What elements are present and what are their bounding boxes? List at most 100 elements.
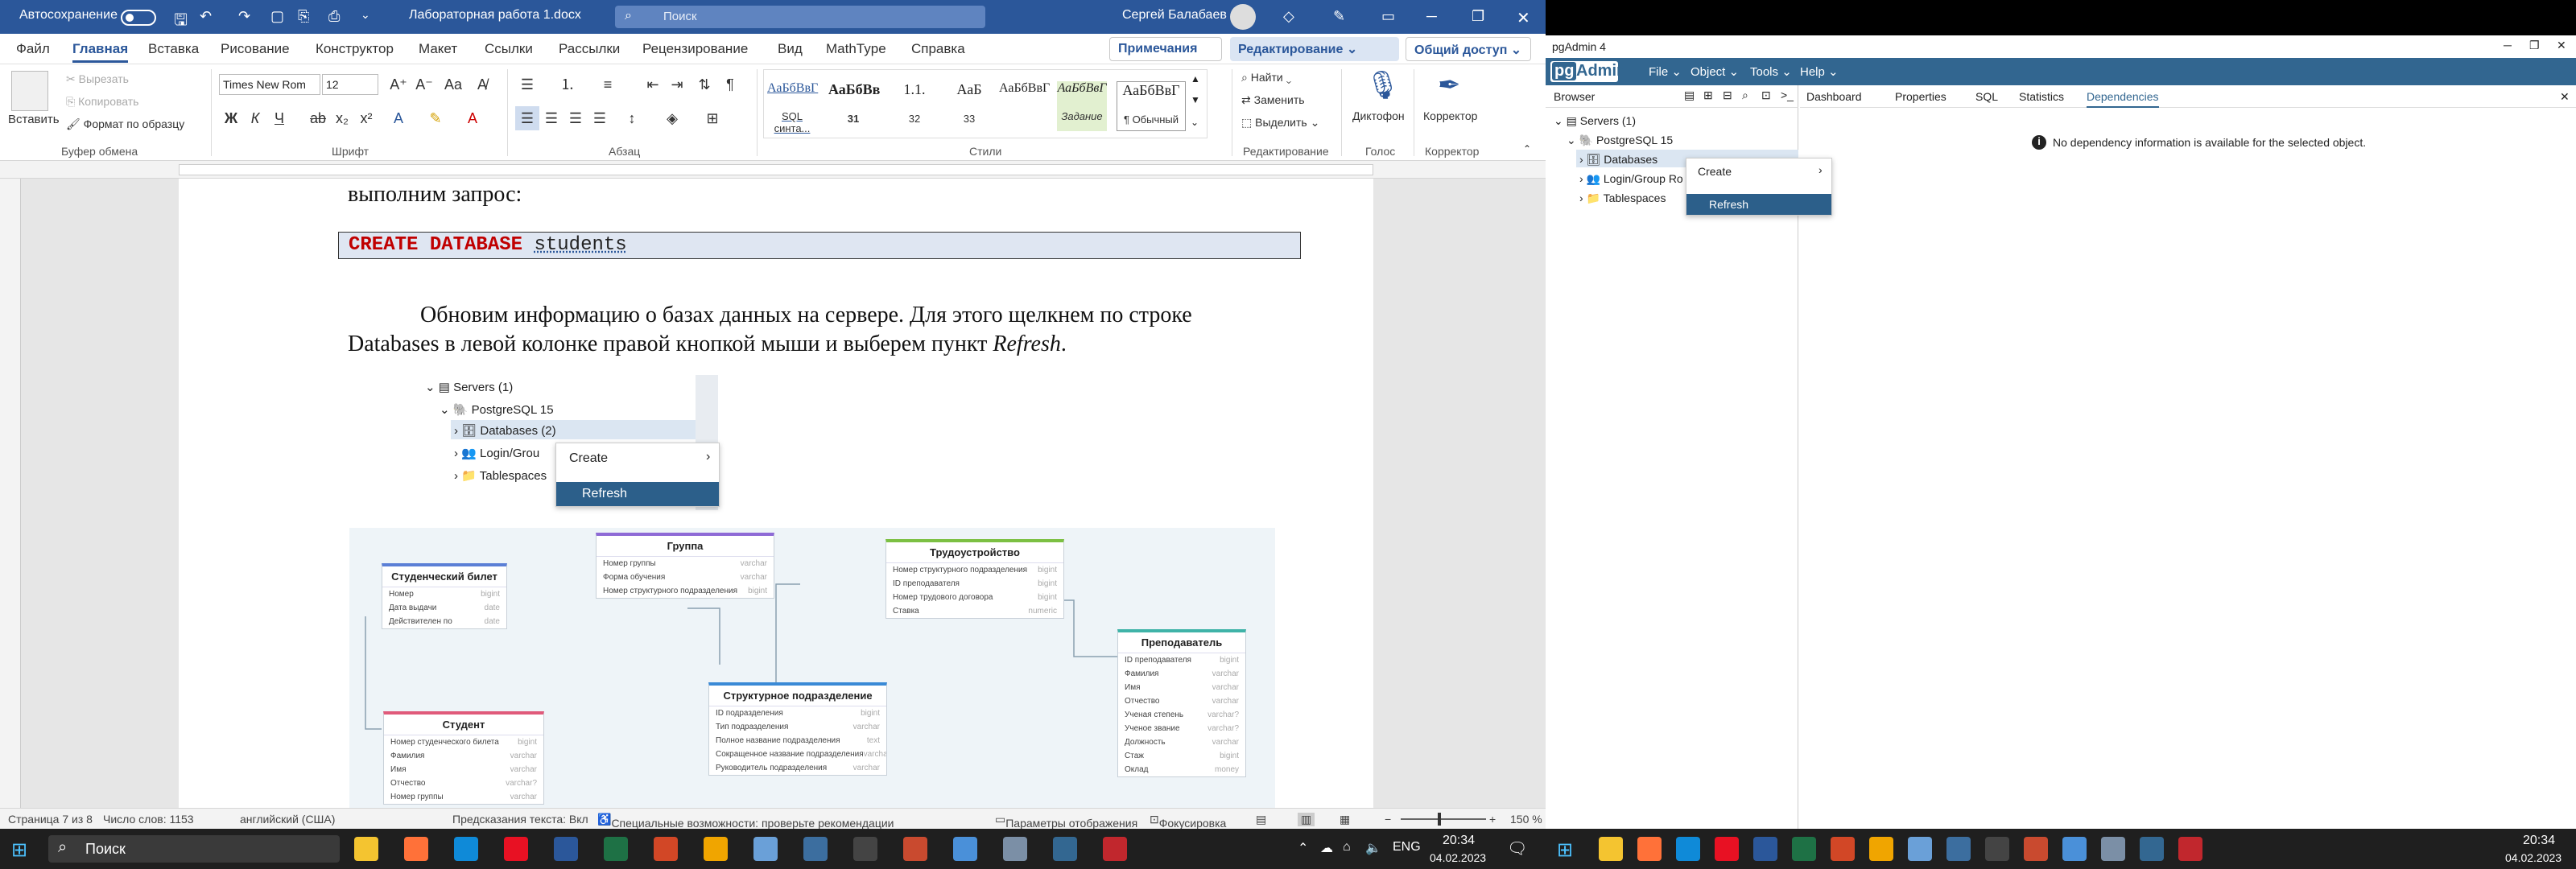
tab-mathtype[interactable]: MathType [826, 41, 886, 57]
share-button[interactable]: Общий доступ ⌄ [1406, 37, 1531, 61]
pgadmin-icon[interactable] [1053, 837, 1077, 861]
decrease-indent-icon[interactable]: ⇤ [641, 72, 665, 97]
tab-statistics[interactable]: Statistics [2019, 90, 2064, 103]
editor-pen-icon[interactable]: ✒ [1438, 69, 1461, 101]
style-33[interactable]: АаБ 33 [944, 81, 994, 131]
menu-file[interactable]: File ⌄ [1649, 64, 1682, 79]
tree-pg[interactable]: ⌄ 🐘 PostgreSQL 15 [1567, 134, 1673, 147]
network-tool-icon[interactable] [2062, 837, 2087, 861]
opera-icon[interactable] [504, 837, 528, 861]
style-normal[interactable]: АаБбВвГ ¶ Обычный [1117, 81, 1186, 131]
close-panel-icon[interactable]: ✕ [2560, 90, 2570, 104]
ftp-icon[interactable] [704, 837, 728, 861]
status-focus[interactable]: ⊡ Фокусировка [1150, 813, 1226, 830]
pgadmin-icon[interactable] [2140, 837, 2164, 861]
clock-date[interactable]: 04.02.2023 [1430, 851, 1486, 864]
ctx-refresh[interactable]: Refresh [1709, 198, 1748, 211]
redo-icon[interactable]: ↷ [238, 8, 250, 25]
styles-expand-icon[interactable]: ⌄ [1191, 117, 1199, 128]
dictate-button[interactable]: Диктофон [1352, 109, 1405, 122]
vertical-ruler[interactable] [0, 179, 21, 808]
grid-icon[interactable]: ⊞ [1703, 89, 1713, 102]
status-predictions[interactable]: Предсказания текста: Вкл [452, 813, 588, 826]
word-icon[interactable] [554, 837, 578, 861]
document-page[interactable]: выполним запрос: CREATE DATABASE student… [179, 179, 1373, 808]
paste-button[interactable]: Вставить [8, 113, 60, 126]
tree-tablespaces[interactable]: › 📁 Tablespaces [1579, 192, 1666, 205]
doc-title[interactable]: Лабораторная работа 1.docx [409, 8, 581, 23]
acrobat-icon[interactable] [1103, 837, 1127, 861]
autosave-toggle[interactable] [121, 10, 156, 26]
word-icon[interactable] [1753, 837, 1777, 861]
strikethrough-icon[interactable]: ab [306, 106, 330, 130]
menu-object[interactable]: Object ⌄ [1690, 64, 1739, 79]
search-icon[interactable]: ⌕ [1742, 89, 1748, 102]
shrink-font-icon[interactable]: A⁻ [412, 72, 436, 97]
calculator-icon[interactable] [1946, 837, 1971, 861]
menu-tools[interactable]: Tools ⌄ [1750, 64, 1792, 79]
sort-icon[interactable]: ⇅ [692, 72, 716, 97]
style-34[interactable]: АаБбВвГ [999, 81, 1050, 131]
remote-icon[interactable] [1908, 837, 1932, 861]
zoom-in-icon[interactable]: + [1489, 813, 1496, 826]
tab-dashboard[interactable]: Dashboard [1806, 90, 1862, 103]
excel-icon[interactable] [1792, 837, 1816, 861]
tree-databases[interactable]: › 🗄 Databases [1579, 153, 1657, 167]
tab-help[interactable]: Справка [911, 41, 965, 57]
cut-button[interactable]: ✂ Вырезать [66, 72, 129, 86]
new-doc-icon[interactable]: ▢ [270, 8, 284, 25]
vm-icon[interactable] [2101, 837, 2125, 861]
excel-icon[interactable] [604, 837, 628, 861]
align-right-icon[interactable]: ☰ [564, 106, 588, 130]
font-name-select[interactable]: Times New Rom [219, 74, 320, 95]
numbering-icon[interactable]: ⒈ [555, 72, 580, 97]
opera-icon[interactable] [1715, 837, 1739, 861]
styles-scroll-down-icon[interactable]: ▼ [1191, 94, 1200, 105]
print-layout-icon[interactable]: ▥ [1298, 813, 1315, 826]
language-indicator[interactable]: ENG [1393, 840, 1421, 855]
select-button[interactable]: ⬚ Выделить ⌄ [1241, 116, 1319, 130]
avatar[interactable] [1230, 4, 1256, 30]
volume-icon[interactable]: 🔈 [1365, 840, 1381, 856]
tab-dependencies[interactable]: Dependencies [2087, 90, 2159, 108]
tab-properties[interactable]: Properties [1895, 90, 1946, 103]
font-color-icon[interactable]: A [460, 106, 485, 130]
network-icon[interactable]: ⌂ [1343, 840, 1351, 855]
styles-scroll-up-icon[interactable]: ▲ [1191, 73, 1200, 84]
shading-icon[interactable]: ◈ [660, 106, 684, 130]
save-icon[interactable]: 🖫 [174, 8, 188, 35]
maximize-icon[interactable]: ❐ [1472, 8, 1484, 25]
status-words[interactable]: Число слов: 1153 [103, 813, 194, 826]
user-name[interactable]: Сергей Балабаев [1122, 8, 1227, 23]
clock-time[interactable]: 20:34 [2523, 834, 2555, 848]
zoom-thumb[interactable] [1438, 813, 1441, 826]
ctx-create[interactable]: Create [1698, 165, 1732, 178]
bullets-icon[interactable]: ☰ [515, 72, 539, 97]
terminal-icon[interactable] [853, 837, 877, 861]
ftp-icon[interactable] [1869, 837, 1893, 861]
align-left-icon[interactable]: ☰ [515, 106, 539, 130]
pen-icon[interactable]: ✎ [1333, 8, 1345, 25]
terminal-icon[interactable] [1985, 837, 2009, 861]
settings-icon[interactable] [2024, 837, 2048, 861]
calculator-icon[interactable] [803, 837, 828, 861]
style-32[interactable]: 1.1. 32 [890, 81, 939, 131]
firefox-icon[interactable] [1637, 837, 1662, 861]
italic-icon[interactable]: К [243, 106, 267, 130]
zoom-level[interactable]: 150 % [1510, 813, 1542, 826]
firefox-icon[interactable] [404, 837, 428, 861]
tab-sql[interactable]: SQL [1975, 90, 1998, 103]
justify-icon[interactable]: ☰ [588, 106, 612, 130]
copy-button[interactable]: ⎘ Копировать [66, 95, 138, 109]
vm-icon[interactable] [1003, 837, 1027, 861]
style-task[interactable]: АаБбВвГ Задание [1057, 81, 1107, 131]
diamond-icon[interactable]: ◇ [1283, 8, 1294, 25]
bold-icon[interactable]: Ж [219, 106, 243, 130]
windows-start-icon[interactable]: ⊞ [11, 838, 27, 862]
editing-mode-button[interactable]: Редактирование ⌄ [1230, 37, 1399, 61]
taskbar-search[interactable]: ⌕ Поиск [48, 835, 340, 863]
zoom-out-icon[interactable]: − [1385, 813, 1391, 826]
filter-icon[interactable]: ⊟ [1723, 89, 1732, 102]
tray-chevron-icon[interactable]: ⌃ [1298, 840, 1308, 856]
font-size-select[interactable]: 12 [322, 74, 378, 95]
